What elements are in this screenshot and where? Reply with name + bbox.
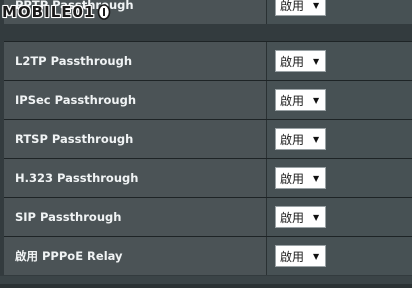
select-value: 啟用 bbox=[280, 210, 305, 225]
row-rtsp-passthrough: RTSP Passthrough 啟用 ▼ bbox=[4, 119, 412, 158]
label-cell: SIP Passthrough bbox=[4, 198, 266, 236]
label-cell: RTSP Passthrough bbox=[4, 120, 266, 158]
value-cell: 啟用 ▼ bbox=[266, 81, 412, 119]
mobile01-logo-icon bbox=[98, 4, 111, 20]
setting-label: H.323 Passthrough bbox=[15, 171, 139, 185]
select-value: 啟用 bbox=[280, 249, 305, 264]
triangle-down-icon: ▼ bbox=[313, 251, 320, 261]
h323-passthrough-select[interactable]: 啟用 ▼ bbox=[275, 167, 326, 189]
value-cell: 啟用 ▼ bbox=[266, 120, 412, 158]
label-cell: H.323 Passthrough bbox=[4, 159, 266, 197]
triangle-down-icon: ▼ bbox=[313, 56, 320, 66]
watermark-text: MOBILE01 bbox=[2, 3, 96, 21]
value-cell: 啟用 ▼ bbox=[266, 198, 412, 236]
divider bbox=[0, 276, 412, 284]
setting-label: SIP Passthrough bbox=[15, 210, 122, 224]
row-sip-passthrough: SIP Passthrough 啟用 ▼ bbox=[4, 197, 412, 236]
label-cell: 啟用 PPPoE Relay bbox=[4, 237, 266, 275]
select-value: 啟用 bbox=[280, 54, 305, 69]
settings-table: PPTP Passthrough 啟用 ▼ L2TP Passthrough 啟… bbox=[4, 0, 412, 276]
pppoe-relay-select[interactable]: 啟用 ▼ bbox=[275, 245, 326, 267]
select-value: 啟用 bbox=[280, 171, 305, 186]
l2tp-passthrough-select[interactable]: 啟用 ▼ bbox=[275, 50, 326, 72]
row-pppoe-relay: 啟用 PPPoE Relay 啟用 ▼ bbox=[4, 236, 412, 275]
sip-passthrough-select[interactable]: 啟用 ▼ bbox=[275, 206, 326, 228]
row-l2tp-passthrough: L2TP Passthrough 啟用 ▼ bbox=[4, 41, 412, 80]
rtsp-passthrough-select[interactable]: 啟用 ▼ bbox=[275, 128, 326, 150]
row-h323-passthrough: H.323 Passthrough 啟用 ▼ bbox=[4, 158, 412, 197]
setting-label: L2TP Passthrough bbox=[15, 54, 133, 68]
value-cell: 啟用 ▼ bbox=[266, 237, 412, 275]
ipsec-passthrough-select[interactable]: 啟用 ▼ bbox=[275, 89, 326, 111]
triangle-down-icon: ▼ bbox=[313, 173, 320, 183]
setting-label: RTSP Passthrough bbox=[15, 132, 134, 146]
select-value: 啟用 bbox=[280, 132, 305, 147]
select-value: 啟用 bbox=[280, 93, 305, 108]
bottom-bar bbox=[0, 276, 412, 288]
screen: MOBILE01 PPTP Passthrough 啟用 ▼ L2TP Pass… bbox=[0, 0, 412, 288]
triangle-down-icon: ▼ bbox=[313, 95, 320, 105]
value-cell: 啟用 ▼ bbox=[266, 0, 412, 24]
triangle-down-icon: ▼ bbox=[313, 212, 320, 222]
value-cell: 啟用 ▼ bbox=[266, 42, 412, 80]
pptp-passthrough-select[interactable]: 啟用 ▼ bbox=[275, 0, 326, 16]
label-cell: L2TP Passthrough bbox=[4, 42, 266, 80]
watermark: MOBILE01 bbox=[2, 2, 111, 22]
triangle-down-icon: ▼ bbox=[313, 134, 320, 144]
select-value: 啟用 bbox=[280, 0, 305, 13]
setting-label: IPSec Passthrough bbox=[15, 93, 137, 107]
row-ipsec-passthrough: IPSec Passthrough 啟用 ▼ bbox=[4, 80, 412, 119]
setting-label: 啟用 PPPoE Relay bbox=[15, 249, 123, 263]
value-cell: 啟用 ▼ bbox=[266, 159, 412, 197]
label-cell: IPSec Passthrough bbox=[4, 81, 266, 119]
triangle-down-icon: ▼ bbox=[313, 0, 320, 10]
